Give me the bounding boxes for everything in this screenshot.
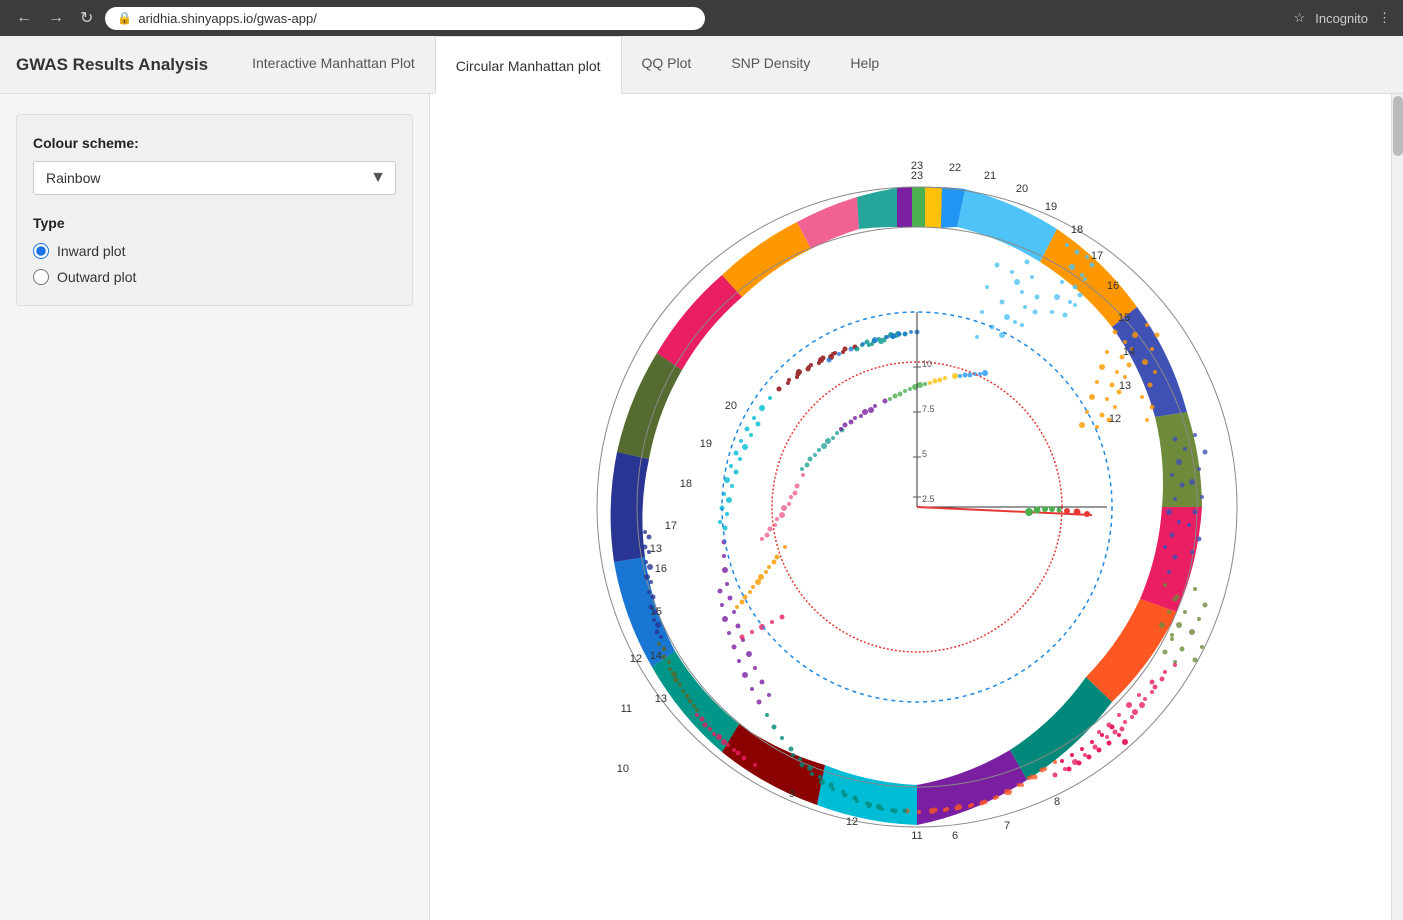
inward-plot-radio[interactable] [33,243,49,259]
outward-plot-label: Outward plot [57,269,136,285]
svg-text:18: 18 [1070,224,1082,236]
chr15-label-left: 15 [649,606,661,618]
svg-text:17: 17 [1090,250,1102,262]
tab-help[interactable]: Help [830,36,899,93]
colour-scheme-label: Colour scheme: [33,135,396,151]
radio-group: Inward plot Outward plot [33,243,396,285]
reload-button[interactable]: ↻ [76,4,97,32]
circular-manhattan-plot[interactable]: 2.5 5 7.5 10 23 23 22 21 20 23 22 [567,157,1267,857]
lock-icon: 🔒 [117,11,132,25]
sidebar-panel: Colour scheme: Rainbow Blues Reds Greens… [16,114,413,306]
tab-snp[interactable]: SNP Density [711,36,830,93]
browser-chrome: ← → ↻ 🔒 aridhia.shinyapps.io/gwas-app/ ☆… [0,0,1403,36]
address-bar[interactable]: 🔒 aridhia.shinyapps.io/gwas-app/ [105,7,705,30]
chr11-label-left: 11 [620,703,631,715]
svg-text:16: 16 [1106,280,1118,292]
outward-plot-option[interactable]: Outward plot [33,269,396,285]
tab-qq[interactable]: QQ Plot [622,36,712,93]
app-header: GWAS Results Analysis Interactive Manhat… [0,36,1403,94]
main-layout: Colour scheme: Rainbow Blues Reds Greens… [0,94,1403,920]
app-title: GWAS Results Analysis [16,55,208,75]
axis-label-10: 10 [922,359,932,369]
svg-text:15: 15 [1117,312,1129,324]
outward-plot-radio[interactable] [33,269,49,285]
chr20-segment [912,187,925,227]
tab-circular[interactable]: Circular Manhattan plot [435,36,622,94]
colour-scheme-select[interactable]: Rainbow Blues Reds Greens Viridis [33,161,396,195]
chr14-label-left: 14 [649,650,661,662]
chr-bottom: 11 [911,830,922,842]
chr19-label-left: 19 [699,438,711,450]
tab-interactive[interactable]: Interactive Manhattan Plot [232,36,435,93]
chr7-bottom: 7 [1003,820,1009,832]
chr-label-left: 20 [724,400,736,412]
chr19-segment [897,187,912,227]
svg-text:19: 19 [1044,201,1056,213]
chr21-segment [925,187,942,228]
svg-text:23: 23 [910,160,922,172]
colour-select-wrap: Rainbow Blues Reds Greens Viridis ▼ [33,161,396,195]
nav-tabs: Interactive Manhattan Plot Circular Manh… [232,36,899,93]
inward-plot-label: Inward plot [57,243,125,259]
svg-text:20: 20 [1015,183,1027,195]
type-label: Type [33,215,396,231]
axis-label-75: 7.5 [922,404,935,414]
chr12-label-left: 12 [629,653,641,665]
plot-area: 2.5 5 7.5 10 23 23 22 21 20 23 22 [430,94,1403,920]
url-text: aridhia.shinyapps.io/gwas-app/ [138,11,317,26]
svg-text:14: 14 [1122,346,1134,358]
chr10-label-left: 10 [616,763,628,775]
scrollbar-thumb[interactable] [1393,96,1403,156]
forward-button[interactable]: → [44,5,68,31]
browser-right-controls: ☆ Incognito ⋮ [1294,10,1391,26]
inward-plot-option[interactable]: Inward plot [33,243,396,259]
chr17-label-left: 17 [664,520,676,532]
svg-text:12: 12 [1108,413,1120,425]
chr13-label-left: 13 [649,543,661,555]
scrollbar[interactable] [1391,94,1403,920]
svg-text:21: 21 [983,170,995,182]
chr-bottom3: 9 [788,788,794,800]
menu-icon[interactable]: ⋮ [1378,10,1391,26]
sidebar: Colour scheme: Rainbow Blues Reds Greens… [0,94,430,920]
back-button[interactable]: ← [12,5,36,31]
chr6-bottom: 6 [951,830,957,842]
svg-text:22: 22 [948,162,960,174]
chr8-bottom: 8 [1053,796,1059,808]
chr-bottom2: 12 [845,816,857,828]
chr18-label-left: 18 [679,478,691,490]
axis-label-5: 5 [922,449,927,459]
chr13-label-left2: 13 [654,693,666,705]
chr16-label-left: 16 [654,563,666,575]
svg-text:13: 13 [1118,380,1130,392]
axis-label-25: 2.5 [922,494,935,504]
user-menu[interactable]: Incognito [1315,11,1368,26]
star-icon[interactable]: ☆ [1294,10,1306,26]
